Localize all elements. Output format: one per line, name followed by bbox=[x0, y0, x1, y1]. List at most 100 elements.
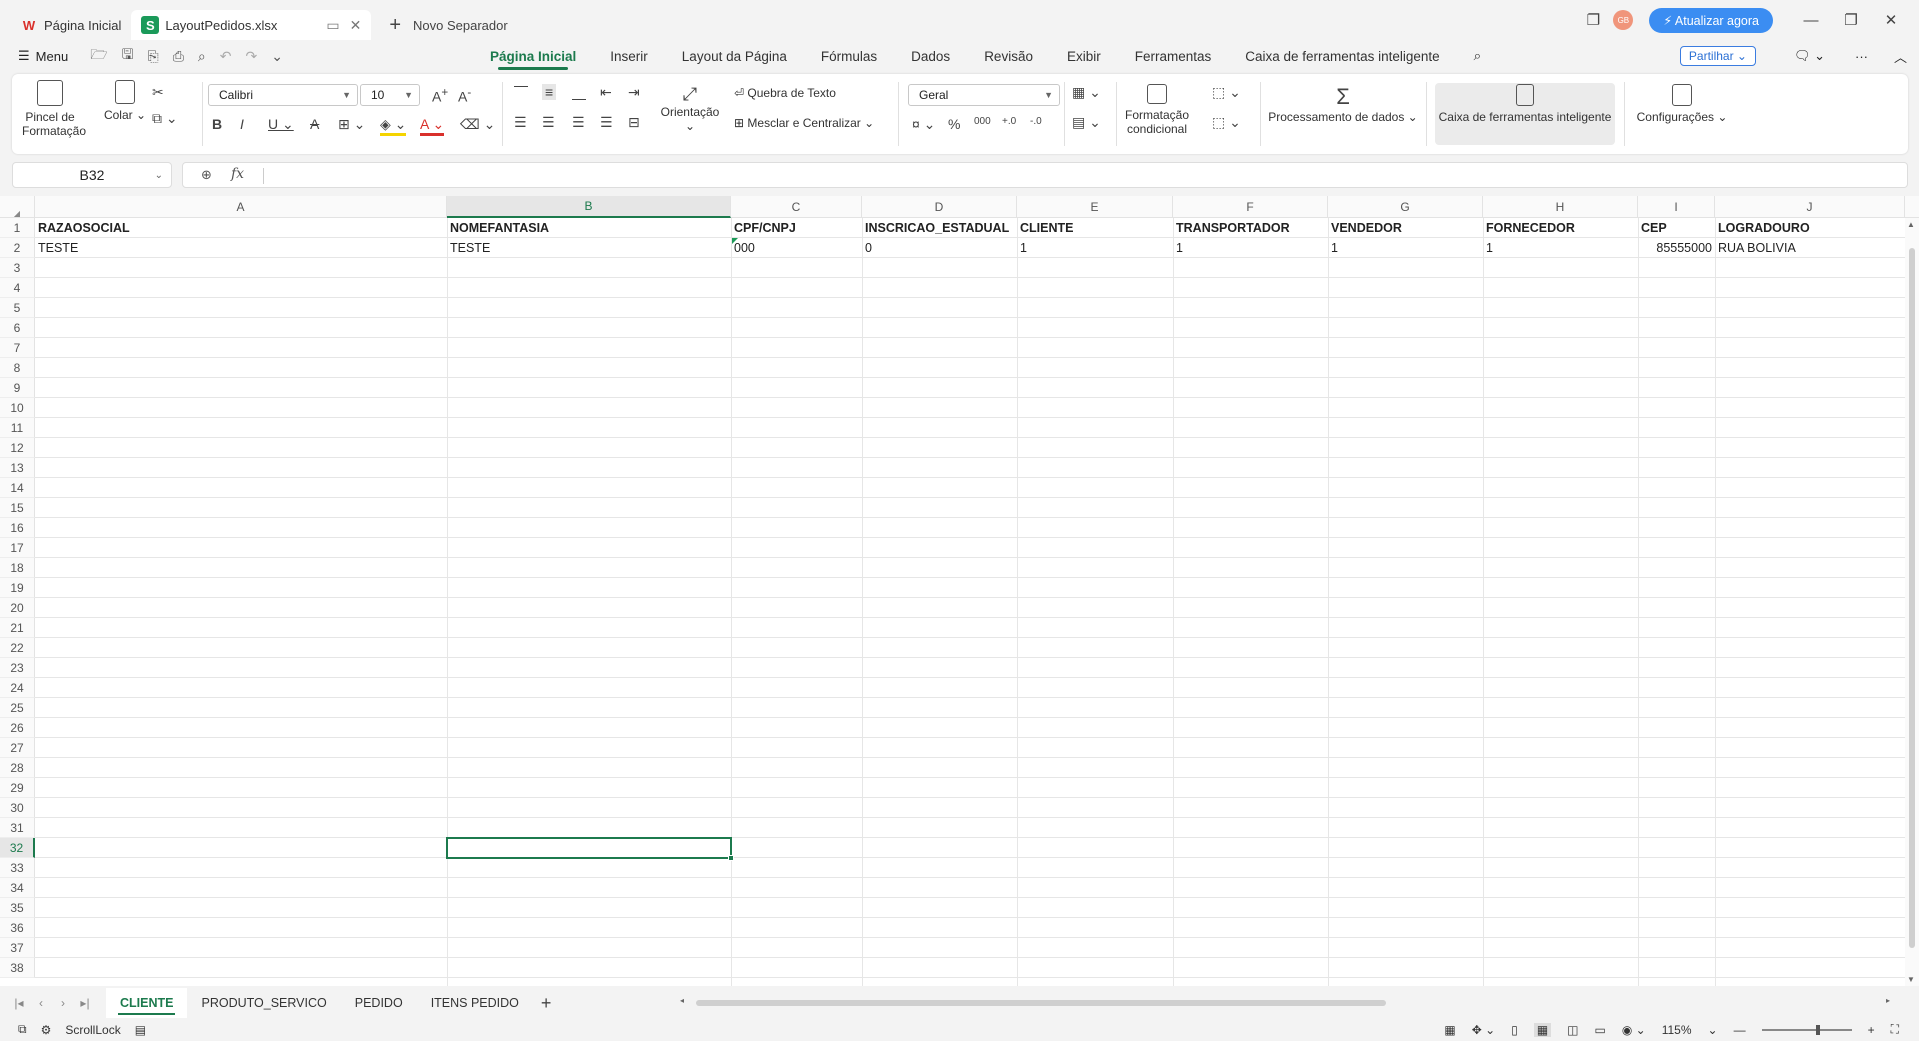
page-break-view-icon[interactable]: ◫ bbox=[1567, 1023, 1578, 1037]
tab-dados[interactable]: Dados bbox=[911, 40, 950, 72]
wrap-text-button[interactable]: ⏎ Quebra de Texto bbox=[734, 86, 836, 100]
cell-f1[interactable]: TRANSPORTADOR bbox=[1173, 218, 1328, 238]
horizontal-scrollbar[interactable]: ◂ ▸ bbox=[680, 996, 1890, 1008]
fill-icon[interactable]: ⬚ ⌄ bbox=[1212, 84, 1241, 101]
cell-a2[interactable]: TESTE bbox=[35, 238, 447, 258]
update-now-button[interactable]: ⚡ Atualizar agora bbox=[1649, 7, 1773, 33]
row-header-3[interactable]: 3 bbox=[0, 258, 35, 278]
align-bottom-icon[interactable]: ⎽ bbox=[572, 84, 586, 101]
sheet-tab-cliente[interactable]: CLIENTE bbox=[106, 988, 188, 1018]
horizontal-scroll-thumb[interactable] bbox=[696, 1000, 1386, 1006]
align-top-icon[interactable]: ⎺ bbox=[514, 84, 528, 101]
cell-j2[interactable]: RUA BOLIVIA bbox=[1715, 238, 1905, 258]
cell-b2[interactable]: TESTE bbox=[447, 238, 731, 258]
increase-font-icon[interactable]: A+ bbox=[432, 86, 448, 105]
tab-caixa-ferramentas[interactable]: Caixa de ferramentas inteligente bbox=[1245, 40, 1439, 72]
row-header-30[interactable]: 30 bbox=[0, 798, 35, 818]
eye-protection-icon[interactable]: ◉ ⌄ bbox=[1622, 1023, 1646, 1037]
comment-icon[interactable]: 🗨 ⌄ bbox=[1794, 48, 1825, 64]
sheet-tab-pedido[interactable]: PEDIDO bbox=[341, 988, 417, 1018]
row-header-34[interactable]: 34 bbox=[0, 878, 35, 898]
add-sheet-icon[interactable]: + bbox=[541, 993, 552, 1014]
prev-sheet-icon[interactable]: ‹ bbox=[30, 996, 52, 1010]
currency-icon[interactable]: ¤ ⌄ bbox=[912, 116, 935, 133]
underline-icon[interactable]: U ⌄ bbox=[268, 116, 294, 133]
row-header-1[interactable]: 1 bbox=[0, 218, 35, 238]
justify-icon[interactable]: ☰ bbox=[600, 114, 613, 131]
indent-icon[interactable]: ⇥ bbox=[628, 84, 640, 101]
normal-view-icon[interactable]: ▦ bbox=[1533, 1022, 1552, 1037]
row-header-8[interactable]: 8 bbox=[0, 358, 35, 378]
name-box[interactable]: B32 ⌄ bbox=[12, 162, 172, 188]
font-name-select[interactable]: Calibri ▼ bbox=[208, 84, 358, 106]
row-header-21[interactable]: 21 bbox=[0, 618, 35, 638]
number-format-select[interactable]: Geral ▼ bbox=[908, 84, 1060, 106]
row-header-23[interactable]: 23 bbox=[0, 658, 35, 678]
spreadsheet-grid[interactable]: ◢ ABCDEFGHIJ 1 2 3 4 5 6 7 8 9 10 11 12 13 14 15 16 17 18… bbox=[0, 196, 1919, 986]
next-sheet-icon[interactable]: › bbox=[52, 996, 74, 1010]
cell-c1[interactable]: CPF/CNPJ bbox=[731, 218, 862, 238]
row-header-14[interactable]: 14 bbox=[0, 478, 35, 498]
first-sheet-icon[interactable]: |◂ bbox=[8, 996, 30, 1010]
vertical-scrollbar[interactable]: ▲ ▼ bbox=[1905, 218, 1919, 986]
scroll-up-icon[interactable]: ▲ bbox=[1907, 220, 1915, 229]
italic-icon[interactable]: I bbox=[240, 116, 244, 132]
thousands-icon[interactable]: 000 bbox=[974, 116, 991, 127]
column-header-h[interactable]: H bbox=[1483, 196, 1638, 218]
row-header-10[interactable]: 10 bbox=[0, 398, 35, 418]
row-header-11[interactable]: 11 bbox=[0, 418, 35, 438]
row-header-37[interactable]: 37 bbox=[0, 938, 35, 958]
row-header-25[interactable]: 25 bbox=[0, 698, 35, 718]
borders-icon[interactable]: ⊞ ⌄ bbox=[338, 116, 365, 133]
cell-g1[interactable]: VENDEDOR bbox=[1328, 218, 1483, 238]
sheet-tab-produto-servico[interactable]: PRODUTO_SERVICO bbox=[187, 988, 340, 1018]
column-header-c[interactable]: C bbox=[731, 196, 862, 218]
table-style-icon[interactable]: ▦ ⌄ bbox=[1072, 84, 1101, 101]
distributed-icon[interactable]: ⊟ bbox=[628, 114, 640, 131]
percent-icon[interactable]: % bbox=[948, 116, 960, 132]
settings-button[interactable]: Configurações ⌄ bbox=[1632, 84, 1732, 124]
customize-chevron-icon[interactable]: ⌄ bbox=[271, 48, 283, 65]
open-folder-icon[interactable]: 🗁 bbox=[90, 44, 107, 68]
collapse-ribbon-icon[interactable]: ︿ bbox=[1894, 47, 1907, 66]
zoom-out-icon[interactable]: — bbox=[1734, 1023, 1746, 1037]
orientation-button[interactable]: ⤢ Orientação ⌄ bbox=[654, 84, 726, 133]
avatar[interactable]: GB bbox=[1613, 10, 1634, 30]
cell-i2[interactable]: 85555000 bbox=[1638, 238, 1715, 258]
cut-icon[interactable]: ✂ bbox=[152, 84, 164, 101]
search-icon[interactable]: ⌕ bbox=[1474, 40, 1482, 72]
column-header-e[interactable]: E bbox=[1017, 196, 1173, 218]
paste-button[interactable]: Colar ⌄ bbox=[100, 80, 150, 122]
column-header-j[interactable]: J bbox=[1715, 196, 1905, 218]
share-button[interactable]: Partilhar ⌄ bbox=[1679, 46, 1756, 66]
cell-i1[interactable]: CEP bbox=[1638, 218, 1715, 238]
home-tab[interactable]: W Página Inicial bbox=[10, 10, 131, 40]
clear-format-icon[interactable]: ⌫ ⌄ bbox=[460, 116, 495, 133]
zoom-in-icon[interactable]: + bbox=[1868, 1023, 1875, 1037]
conditional-format-button[interactable]: Formatação condicional bbox=[1122, 84, 1192, 136]
cell-d1[interactable]: INSCRICAO_ESTADUAL bbox=[862, 218, 1017, 238]
zoom-level[interactable]: 115% bbox=[1662, 1023, 1692, 1037]
cell-f2[interactable]: 1 bbox=[1173, 238, 1328, 258]
print-preview-icon[interactable]: ⌕ bbox=[198, 48, 206, 65]
strikethrough-icon[interactable]: A bbox=[310, 116, 319, 132]
merge-center-button[interactable]: ⊞ Mesclar e Centralizar ⌄ bbox=[734, 116, 874, 130]
row-header-19[interactable]: 19 bbox=[0, 578, 35, 598]
tab-pagina-inicial[interactable]: Página Inicial bbox=[490, 40, 576, 72]
fullscreen-icon[interactable]: ⛶ bbox=[1891, 1022, 1899, 1037]
column-header-d[interactable]: D bbox=[862, 196, 1017, 218]
row-header-18[interactable]: 18 bbox=[0, 558, 35, 578]
format-painter-button[interactable]: Pincel de Formatação bbox=[22, 80, 86, 138]
row-header-13[interactable]: 13 bbox=[0, 458, 35, 478]
cell-g2[interactable]: 1 bbox=[1328, 238, 1483, 258]
cell-j1[interactable]: LOGRADOURO bbox=[1715, 218, 1905, 238]
tab-revisao[interactable]: Revisão bbox=[984, 40, 1033, 72]
tab-exibir[interactable]: Exibir bbox=[1067, 40, 1101, 72]
cell-e2[interactable]: 1 bbox=[1017, 238, 1173, 258]
vertical-scroll-thumb[interactable] bbox=[1909, 248, 1915, 948]
row-header-27[interactable]: 27 bbox=[0, 738, 35, 758]
menu-button[interactable]: ☰ Menu bbox=[18, 48, 68, 64]
close-tab-icon[interactable]: ✕ bbox=[350, 17, 362, 34]
cell-e1[interactable]: CLIENTE bbox=[1017, 218, 1173, 238]
smart-toolbox-button[interactable]: Caixa de ferramentas inteligente bbox=[1436, 84, 1614, 124]
